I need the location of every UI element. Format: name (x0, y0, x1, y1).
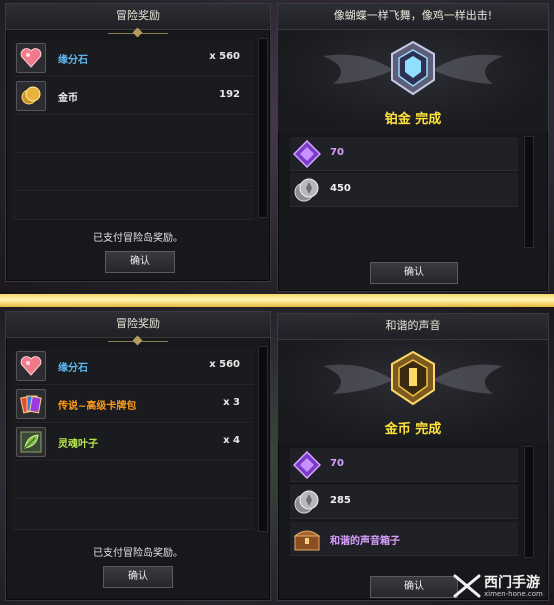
panel-header: 冒险奖励 (6, 4, 270, 34)
right-wing-icon (433, 54, 503, 84)
reward-value: 285 (330, 495, 351, 506)
empty-slot (12, 154, 254, 191)
rank-label: 金币 完成 (384, 422, 442, 437)
reward-row[interactable]: 285 (290, 485, 518, 519)
panel-header: 像蝴蝶一样飞舞，像鸡一样出击! (278, 4, 548, 30)
purple-crystal-icon (292, 450, 322, 480)
item-quantity: x 4 (223, 435, 240, 446)
status-text: 已支付冒险岛奖励。 (93, 233, 183, 244)
reward-value: 70 (330, 458, 344, 469)
heart-stone-icon (16, 43, 46, 73)
panel-header: 和谐的声音 (278, 314, 548, 340)
empty-slot (12, 500, 254, 530)
reward-value: 70 (330, 147, 344, 158)
soul-leaf-icon (16, 427, 46, 457)
confirm-button[interactable]: 确认 (370, 262, 458, 284)
card-pack-icon (16, 389, 46, 419)
list-item[interactable]: 传说~高级卡牌包 x 3 (12, 386, 254, 423)
reward-row[interactable]: 和谐的声音箱子 (290, 522, 518, 556)
scrollbar[interactable] (258, 346, 268, 532)
purple-crystal-icon (292, 139, 322, 169)
panel-title: 像蝴蝶一样飞舞，像鸡一样出击! (333, 9, 493, 22)
mission-complete-panel: 和谐的声音 金币 完成 70 285 和谐的声音箱子 确认 (277, 313, 549, 601)
screenshot-divider (0, 294, 554, 307)
confirm-button[interactable]: 确认 (370, 576, 458, 598)
panel-header: 冒险奖励 (6, 312, 270, 342)
item-name: 灵魂叶子 (58, 439, 98, 450)
watermark-logo-icon (453, 574, 481, 598)
empty-slot (12, 116, 254, 153)
left-wing-icon (323, 54, 393, 84)
scrollbar[interactable] (524, 446, 534, 558)
rank-area: 金币 完成 (278, 340, 548, 442)
platinum-rank-emblem-icon (391, 40, 435, 96)
adventure-reward-panel: 冒险奖励 缘分石 x 560 金币 192 已支付冒险岛奖励。 确认 (5, 3, 271, 282)
watermark-brand: 西门手游 (484, 575, 540, 591)
left-wing-icon (323, 364, 393, 394)
reward-row[interactable]: 70 (290, 448, 518, 482)
silver-coin-icon (292, 175, 322, 205)
rank-area: 铂金 完成 (278, 30, 548, 132)
item-name: 金币 (58, 93, 78, 104)
watermark-url: ximen-hone.com (484, 590, 543, 598)
confirm-button[interactable]: 确认 (103, 566, 173, 588)
scrollbar[interactable] (524, 136, 534, 248)
header-ornament-icon (108, 334, 168, 342)
right-wing-icon (433, 364, 503, 394)
reward-value: 450 (330, 183, 351, 194)
adventure-reward-panel: 冒险奖励 缘分石 x 560 传说~高级卡牌包 x 3 灵魂叶子 x 4 已支付… (5, 311, 271, 601)
item-quantity: x 3 (223, 397, 240, 408)
scrollbar[interactable] (258, 38, 268, 218)
list-item[interactable]: 金币 192 (12, 78, 254, 115)
watermark: 西门手游 ximen-hone.com (452, 570, 552, 602)
panel-title: 和谐的声音 (385, 319, 441, 332)
gold-rank-emblem-icon (391, 350, 435, 406)
reward-value: 和谐的声音箱子 (330, 536, 400, 547)
treasure-chest-icon (292, 524, 322, 554)
panel-title: 冒险奖励 (116, 9, 160, 22)
confirm-button[interactable]: 确认 (105, 251, 175, 273)
header-ornament-icon (108, 26, 168, 34)
list-item[interactable]: 灵魂叶子 x 4 (12, 424, 254, 461)
reward-row[interactable]: 70 (290, 137, 518, 171)
item-quantity: x 560 (209, 359, 240, 370)
empty-slot (12, 192, 254, 220)
gold-coin-icon (16, 81, 46, 111)
item-name: 传说~高级卡牌包 (58, 401, 137, 412)
item-quantity: 192 (219, 89, 240, 100)
empty-slot (12, 462, 254, 499)
silver-coin-icon (292, 487, 322, 517)
item-quantity: x 560 (209, 51, 240, 62)
status-text: 已支付冒险岛奖励。 (93, 548, 183, 559)
reward-row[interactable]: 450 (290, 173, 518, 207)
item-name: 缘分石 (58, 363, 88, 374)
list-item[interactable]: 缘分石 x 560 (12, 348, 254, 385)
heart-stone-icon (16, 351, 46, 381)
panel-title: 冒险奖励 (116, 317, 160, 330)
rank-label: 铂金 完成 (384, 112, 442, 127)
mission-complete-panel: 像蝴蝶一样飞舞，像鸡一样出击! 铂金 完成 70 450 确认 (277, 3, 549, 292)
item-name: 缘分石 (58, 55, 88, 66)
list-item[interactable]: 缘分石 x 560 (12, 40, 254, 77)
